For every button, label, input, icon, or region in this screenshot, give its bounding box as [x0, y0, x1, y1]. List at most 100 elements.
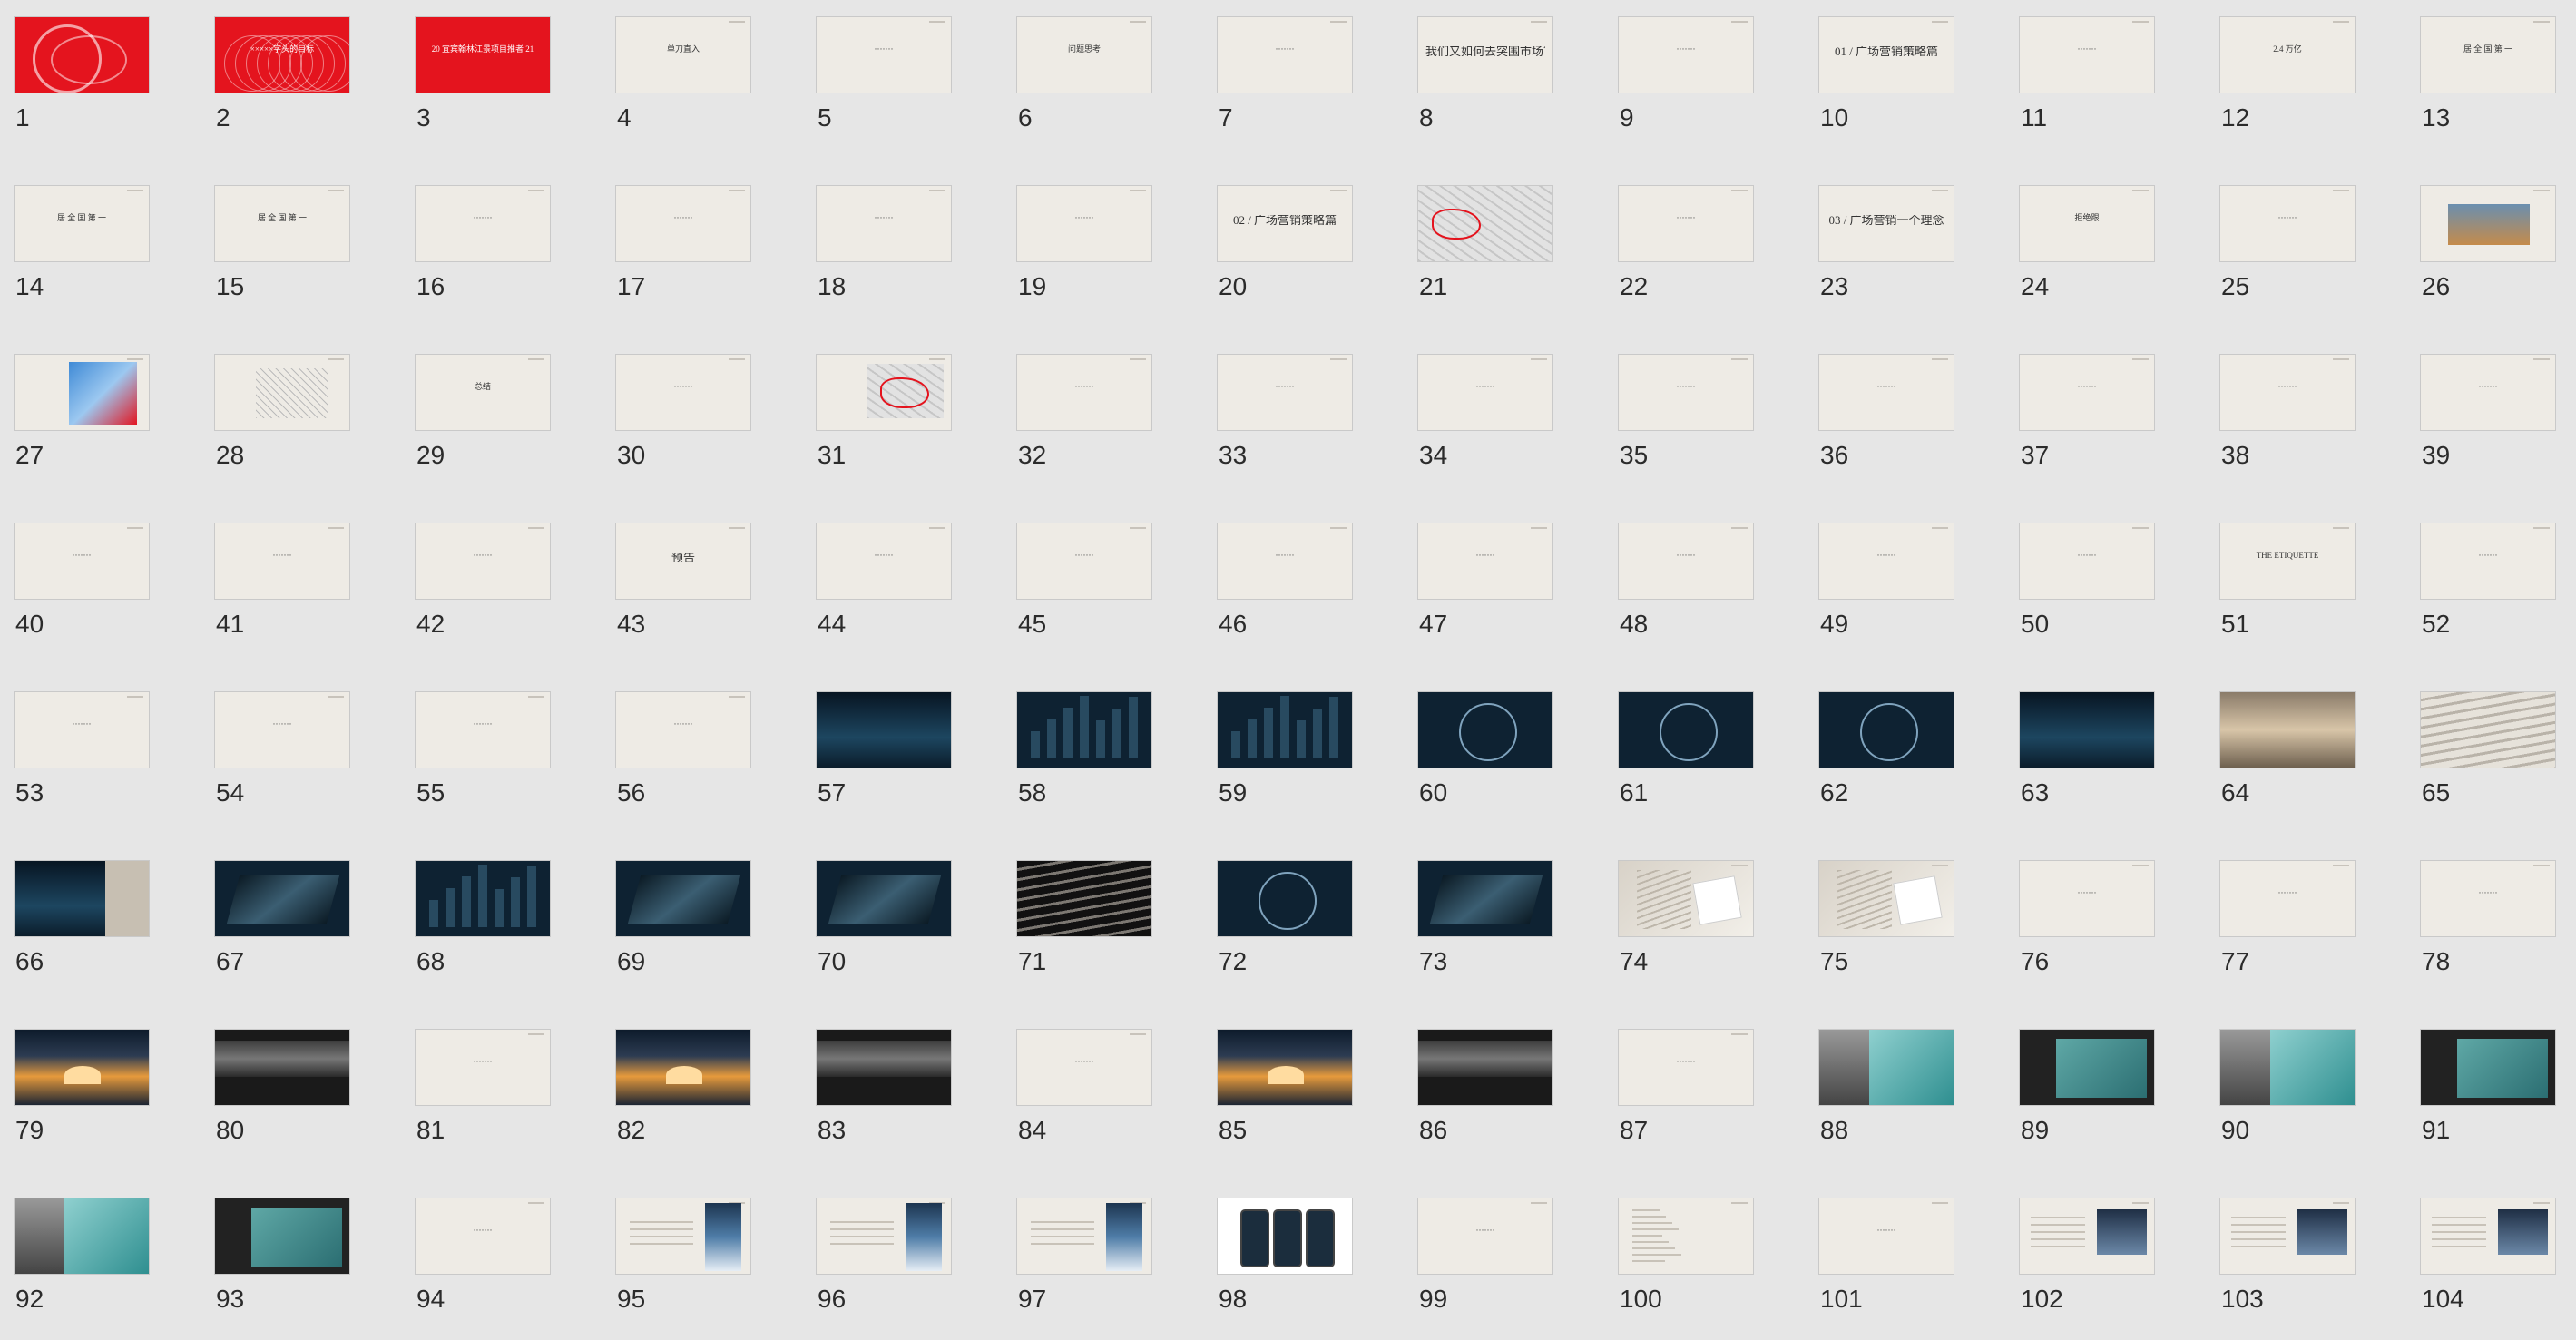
- slide-thumbnail-5[interactable]: ······· 5: [816, 16, 961, 143]
- slide-preview[interactable]: ·······: [816, 523, 952, 600]
- slide-preview[interactable]: [1818, 1029, 1954, 1106]
- slide-thumbnail-25[interactable]: ······· 25: [2219, 185, 2365, 312]
- slide-preview[interactable]: [14, 16, 150, 93]
- slide-thumbnail-79[interactable]: 79: [14, 1029, 159, 1156]
- slide-preview[interactable]: ·······: [816, 185, 952, 262]
- slide-preview[interactable]: [816, 1029, 952, 1106]
- slide-thumbnail-47[interactable]: ······· 47: [1417, 523, 1562, 650]
- slide-thumbnail-100[interactable]: 100: [1618, 1198, 1763, 1325]
- slide-preview[interactable]: 02 / 广场营销策略篇: [1217, 185, 1353, 262]
- slide-thumbnail-15[interactable]: 居 全 国 第 一 15: [214, 185, 359, 312]
- slide-thumbnail-45[interactable]: ······· 45: [1016, 523, 1161, 650]
- slide-preview[interactable]: 问题思考: [1016, 16, 1152, 93]
- slide-preview[interactable]: [615, 860, 751, 937]
- slide-preview[interactable]: ·······: [2219, 354, 2356, 431]
- slide-preview[interactable]: 总结: [415, 354, 551, 431]
- slide-preview[interactable]: [1417, 691, 1553, 768]
- slide-preview[interactable]: ·······: [1618, 1029, 1754, 1106]
- slide-thumbnail-9[interactable]: ······· 9: [1618, 16, 1763, 143]
- slide-thumbnail-27[interactable]: 27: [14, 354, 159, 481]
- slide-thumbnail-44[interactable]: ······· 44: [816, 523, 961, 650]
- slide-thumbnail-55[interactable]: ······· 55: [415, 691, 560, 818]
- slide-thumbnail-52[interactable]: ······· 52: [2420, 523, 2565, 650]
- slide-thumbnail-12[interactable]: 2.4 万亿 12: [2219, 16, 2365, 143]
- slide-preview[interactable]: ·······: [415, 185, 551, 262]
- slide-thumbnail-13[interactable]: 居 全 国 第 一 13: [2420, 16, 2565, 143]
- slide-preview[interactable]: ·······: [2019, 16, 2155, 93]
- slide-thumbnail-53[interactable]: ······· 53: [14, 691, 159, 818]
- slide-preview[interactable]: [816, 691, 952, 768]
- slide-preview[interactable]: [214, 1198, 350, 1275]
- slide-preview[interactable]: [2219, 1029, 2356, 1106]
- slide-preview[interactable]: [2420, 691, 2556, 768]
- slide-thumbnail-48[interactable]: ······· 48: [1618, 523, 1763, 650]
- slide-preview[interactable]: [615, 1029, 751, 1106]
- slide-thumbnail-6[interactable]: 问题思考 6: [1016, 16, 1161, 143]
- slide-thumbnail-84[interactable]: ······· 84: [1016, 1029, 1161, 1156]
- slide-preview[interactable]: ·······: [615, 354, 751, 431]
- slide-thumbnail-93[interactable]: 93: [214, 1198, 359, 1325]
- slide-preview[interactable]: ·······: [1618, 354, 1754, 431]
- slide-thumbnail-95[interactable]: 95: [615, 1198, 760, 1325]
- slide-thumbnail-41[interactable]: ······· 41: [214, 523, 359, 650]
- slide-preview[interactable]: [2219, 691, 2356, 768]
- slide-preview[interactable]: ·······: [1417, 354, 1553, 431]
- slide-preview[interactable]: ·······: [2420, 860, 2556, 937]
- slide-preview[interactable]: 20 宜宾翰林江景项目推者 21: [415, 16, 551, 93]
- slide-thumbnail-91[interactable]: 91: [2420, 1029, 2565, 1156]
- slide-preview[interactable]: [214, 860, 350, 937]
- slide-thumbnail-32[interactable]: ······· 32: [1016, 354, 1161, 481]
- slide-preview[interactable]: [1618, 860, 1754, 937]
- slide-thumbnail-4[interactable]: 单刀直入 4: [615, 16, 760, 143]
- slide-preview[interactable]: [214, 354, 350, 431]
- slide-preview[interactable]: ·······: [14, 523, 150, 600]
- slide-thumbnail-28[interactable]: 28: [214, 354, 359, 481]
- slide-thumbnail-24[interactable]: 拒绝跟 24: [2019, 185, 2164, 312]
- slide-preview[interactable]: ·······: [2420, 523, 2556, 600]
- slide-preview[interactable]: [415, 860, 551, 937]
- slide-thumbnail-92[interactable]: 92: [14, 1198, 159, 1325]
- slide-thumbnail-60[interactable]: 60: [1417, 691, 1562, 818]
- slide-preview[interactable]: [1217, 1029, 1353, 1106]
- slide-preview[interactable]: [1417, 1029, 1553, 1106]
- slide-thumbnail-61[interactable]: 61: [1618, 691, 1763, 818]
- slide-thumbnail-77[interactable]: ······· 77: [2219, 860, 2365, 987]
- slide-thumbnail-85[interactable]: 85: [1217, 1029, 1362, 1156]
- slide-preview[interactable]: [1618, 691, 1754, 768]
- slide-preview[interactable]: [2420, 185, 2556, 262]
- slide-preview[interactable]: [1417, 185, 1553, 262]
- slide-thumbnail-7[interactable]: ······· 7: [1217, 16, 1362, 143]
- slide-preview[interactable]: [214, 1029, 350, 1106]
- slide-thumbnail-26[interactable]: 26: [2420, 185, 2565, 312]
- slide-thumbnail-11[interactable]: ······· 11: [2019, 16, 2164, 143]
- slide-thumbnail-81[interactable]: ······· 81: [415, 1029, 560, 1156]
- slide-preview[interactable]: ×××××字头的目标: [214, 16, 350, 93]
- slide-thumbnail-104[interactable]: 104: [2420, 1198, 2565, 1325]
- slide-preview[interactable]: [1217, 860, 1353, 937]
- slide-thumbnail-2[interactable]: ×××××字头的目标 2: [214, 16, 359, 143]
- slide-preview[interactable]: ·······: [1818, 1198, 1954, 1275]
- slide-preview[interactable]: ·······: [1818, 354, 1954, 431]
- slide-thumbnail-46[interactable]: ······· 46: [1217, 523, 1362, 650]
- slide-thumbnail-10[interactable]: 01 / 广场营销策略篇 10: [1818, 16, 1964, 143]
- slide-thumbnail-73[interactable]: 73: [1417, 860, 1562, 987]
- slide-preview[interactable]: 拒绝跟: [2019, 185, 2155, 262]
- slide-preview[interactable]: 居 全 国 第 一: [14, 185, 150, 262]
- slide-thumbnail-36[interactable]: ······· 36: [1818, 354, 1964, 481]
- slide-preview[interactable]: 2.4 万亿: [2219, 16, 2356, 93]
- slide-preview[interactable]: ·······: [14, 691, 150, 768]
- slide-thumbnail-31[interactable]: 31: [816, 354, 961, 481]
- slide-thumbnail-35[interactable]: ······· 35: [1618, 354, 1763, 481]
- slide-preview[interactable]: 居 全 国 第 一: [214, 185, 350, 262]
- slide-preview[interactable]: [14, 354, 150, 431]
- slide-thumbnail-56[interactable]: ······· 56: [615, 691, 760, 818]
- slide-preview[interactable]: [1417, 860, 1553, 937]
- slide-preview[interactable]: [816, 354, 952, 431]
- slide-preview[interactable]: [14, 1198, 150, 1275]
- slide-preview[interactable]: [1217, 1198, 1353, 1275]
- slide-preview[interactable]: [816, 1198, 952, 1275]
- slide-thumbnail-71[interactable]: 71: [1016, 860, 1161, 987]
- slide-preview[interactable]: ·······: [415, 1198, 551, 1275]
- slide-thumbnail-69[interactable]: 69: [615, 860, 760, 987]
- slide-thumbnail-14[interactable]: 居 全 国 第 一 14: [14, 185, 159, 312]
